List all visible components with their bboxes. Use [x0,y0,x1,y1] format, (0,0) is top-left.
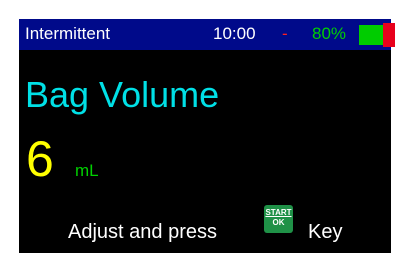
ok-key-label: OK [272,218,285,227]
parameter-title: Bag Volume [25,74,220,115]
value-row: 6 mL [19,131,391,191]
device-screen: Intermittent 10:00 - 80% Bag Volume 6 mL… [0,0,407,253]
battery-tip [383,23,395,47]
instruction-row: Adjust and press START OK Key [19,205,391,245]
battery-percent: 80% [312,24,347,43]
status-separator: - [282,24,288,43]
mode-label: Intermittent [25,24,111,43]
status-bar: Intermittent 10:00 - 80% [19,19,395,50]
battery-fill [359,25,385,45]
instruction-text: Adjust and press [68,221,217,243]
parameter-value: 6 [26,131,54,187]
clock: 10:00 [213,24,256,43]
parameter-unit: mL [75,161,99,180]
start-ok-key-icon: START OK [264,205,293,233]
instruction-suffix: Key [308,221,343,243]
lcd-display: Intermittent 10:00 - 80% Bag Volume 6 mL… [19,19,395,253]
start-key-label: START [265,208,292,217]
battery-icon [359,23,395,47]
